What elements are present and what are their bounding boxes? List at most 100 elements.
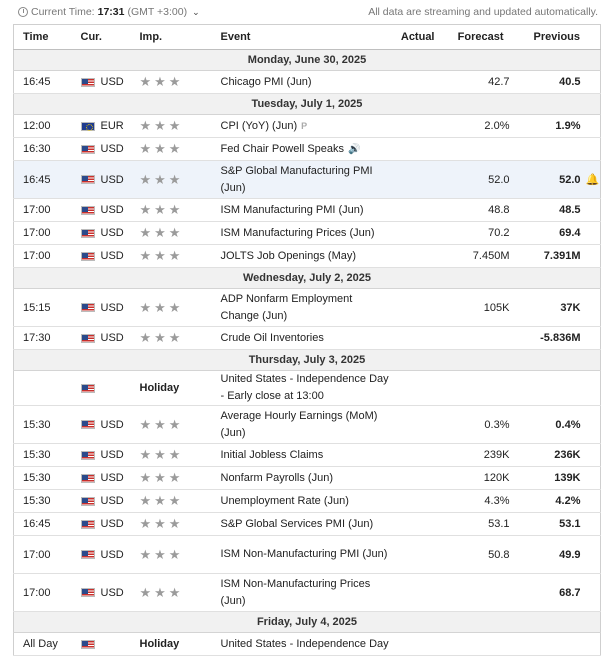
us-flag-icon (80, 473, 95, 483)
event-name[interactable]: Average Hourly Earnings (MoM) (Jun) (221, 410, 378, 439)
economic-calendar-table: Time Cur. Imp. Event Actual Forecast Pre… (13, 24, 601, 656)
event-row[interactable]: 15:30 USD ★★★ Average Hourly Earnings (MoM)… (13, 405, 601, 444)
event-name-cell[interactable]: Fed Chair Powell Speaks 🔊 (220, 137, 393, 161)
event-row[interactable]: Holiday United States - Independence Day … (13, 370, 601, 406)
event-row[interactable]: 17:00 USD ★★★ ISM Manufacturing PMI (Jun) 48… (13, 198, 601, 222)
us-flag-icon (80, 205, 95, 215)
event-name-cell[interactable]: ISM Manufacturing Prices (Jun) (220, 221, 393, 245)
current-time-label: Current Time: (31, 6, 95, 18)
bell-alert-icon[interactable]: 🔔 (586, 174, 600, 186)
event-name[interactable]: Fed Chair Powell Speaks (221, 143, 345, 155)
event-currency: USD (100, 143, 124, 155)
event-name[interactable]: ISM Non-Manufacturing Prices (Jun) (221, 578, 371, 607)
event-forecast: 53.1 (440, 512, 512, 536)
event-currency: EUR (100, 120, 124, 132)
importance-stars-icon: ★★★ (139, 512, 221, 536)
event-actual (392, 443, 441, 467)
event-name[interactable]: ISM Non-Manufacturing PMI (Jun) (221, 548, 388, 560)
event-name-cell[interactable]: ADP Nonfarm Employment Change (Jun) (220, 288, 393, 327)
event-row[interactable]: 16:30 USD ★★★ Fed Chair Powell Speaks 🔊 (13, 137, 601, 161)
event-row[interactable]: 17:00 USD ★★★ ISM Non-Manufacturing Prices … (13, 573, 601, 612)
event-name[interactable]: ADP Nonfarm Employment Change (Jun) (221, 293, 353, 322)
event-name[interactable]: ISM Manufacturing Prices (Jun) (221, 227, 375, 239)
event-name[interactable]: Chicago PMI (Jun) (221, 76, 312, 88)
event-row[interactable]: 15:15 USD ★★★ ADP Nonfarm Employment Change… (13, 288, 601, 327)
event-row[interactable]: 17:30 USD ★★★ Crude Oil Inventories -5.836M (13, 326, 601, 350)
us-flag-icon (80, 303, 95, 312)
event-name-cell[interactable]: Average Hourly Earnings (MoM) (Jun) (220, 405, 393, 444)
event-name-cell[interactable]: CPI (YoY) (Jun) P (220, 114, 393, 138)
event-name[interactable]: S&P Global Manufacturing PMI (Jun) (221, 165, 373, 194)
event-actual (392, 244, 441, 268)
event-name-cell[interactable]: United States - Independence Day (220, 632, 393, 656)
event-previous: 37K (511, 288, 586, 327)
day-label: Tuesday, July 1, 2025 (13, 93, 601, 115)
us-flag-icon (80, 550, 95, 559)
event-row[interactable]: 16:45 USD ★★★ S&P Global Manufacturing PMI … (13, 160, 601, 199)
event-previous: 53.1 (511, 512, 586, 536)
event-row[interactable]: 17:00 USD ★★★ JOLTS Job Openings (May) 7.450… (13, 244, 601, 268)
event-row[interactable]: 16:45 USD ★★★ S&P Global Services PMI (Jun)… (13, 512, 601, 536)
event-row[interactable]: 15:30 USD ★★★ Initial Jobless Claims 239K 236… (13, 443, 601, 467)
importance-stars-icon: ★★★ (139, 443, 221, 467)
event-row[interactable]: 12:00 EUR ★★★ CPI (YoY) (Jun) P 2.0% 1.9% (13, 114, 601, 138)
event-row[interactable]: All Day Holiday United States - Independen… (13, 632, 601, 656)
alert-cell[interactable]: 🔔 (585, 160, 601, 199)
event-name-cell[interactable]: S&P Global Manufacturing PMI (Jun) (220, 160, 393, 199)
event-time: 16:45 (13, 70, 81, 94)
event-row[interactable]: 15:30 USD ★★★ Nonfarm Payrolls (Jun) 120K 139… (13, 466, 601, 490)
event-name-cell[interactable]: Initial Jobless Claims (220, 443, 393, 467)
event-name-cell[interactable]: ISM Non-Manufacturing Prices (Jun) (220, 573, 393, 612)
us-flag-icon (80, 175, 95, 184)
alert-cell (585, 443, 601, 467)
event-currency: USD (100, 548, 124, 561)
event-name[interactable]: Initial Jobless Claims (221, 449, 324, 461)
event-name[interactable]: Crude Oil Inventories (221, 332, 324, 344)
event-row[interactable]: 15:30 USD ★★★ Unemployment Rate (Jun) 4.3% 4.… (13, 489, 601, 513)
importance-stars-icon: ★★★ (139, 489, 221, 513)
us-flag-icon (80, 77, 95, 87)
event-name-cell[interactable]: ISM Manufacturing PMI (Jun) (220, 198, 393, 222)
us-flag-icon (80, 639, 95, 649)
event-name[interactable]: JOLTS Job Openings (May) (221, 250, 357, 262)
event-name-cell[interactable]: Nonfarm Payrolls (Jun) (220, 466, 393, 490)
event-name[interactable]: S&P Global Services PMI (Jun) (221, 518, 374, 530)
importance-stars-icon: ★★★ (139, 221, 221, 245)
event-forecast: 4.3% (440, 489, 512, 513)
alert-cell (585, 489, 601, 513)
event-name[interactable]: United States - Independence Day - Early… (221, 373, 389, 402)
event-actual (392, 70, 441, 94)
event-name-cell[interactable]: Unemployment Rate (Jun) (220, 489, 393, 513)
current-time-selector[interactable]: Current Time: 17:31 (GMT +3:00) ⌄ (18, 6, 200, 18)
event-actual (392, 535, 441, 574)
chevron-down-icon[interactable]: ⌄ (192, 7, 200, 18)
event-actual (392, 405, 441, 444)
event-row[interactable]: 17:00 USD ★★★ ISM Manufacturing Prices (Jun… (13, 221, 601, 245)
event-row[interactable]: 17:00 USD ★★★ ISM Non-Manufacturing PMI (Ju… (13, 535, 601, 574)
event-name-cell[interactable]: United States - Independence Day - Early… (220, 370, 393, 406)
event-name-cell[interactable]: Crude Oil Inventories (220, 326, 393, 350)
event-name-cell[interactable]: Chicago PMI (Jun) (220, 70, 393, 94)
streaming-status: All data are streaming and updated autom… (368, 6, 598, 18)
day-header-row: Monday, June 30, 2025 (13, 49, 601, 71)
event-row[interactable]: 16:45 USD ★★★ Chicago PMI (Jun) 42.7 40.5 (13, 70, 601, 94)
us-flag-icon (80, 383, 95, 393)
event-name-cell[interactable]: S&P Global Services PMI (Jun) (220, 512, 393, 536)
us-flag-icon (80, 144, 95, 154)
day-label: Wednesday, July 2, 2025 (13, 267, 601, 289)
preliminary-icon: P (301, 120, 308, 131)
currency-wrap: USD (80, 419, 140, 431)
col-forecast: Forecast (440, 24, 512, 50)
event-name[interactable]: ISM Manufacturing PMI (Jun) (221, 204, 364, 216)
event-name-cell[interactable]: JOLTS Job Openings (May) (220, 244, 393, 268)
event-name[interactable]: Nonfarm Payrolls (Jun) (221, 472, 333, 484)
day-label: Monday, June 30, 2025 (13, 49, 601, 71)
importance-stars-icon: ★★★ (139, 466, 221, 490)
event-name[interactable]: Unemployment Rate (Jun) (221, 495, 349, 507)
event-name-cell[interactable]: ISM Non-Manufacturing PMI (Jun) (220, 535, 393, 574)
event-name[interactable]: United States - Independence Day (221, 638, 389, 650)
event-currency-cell: USD (80, 288, 140, 327)
event-name[interactable]: CPI (YoY) (Jun) (221, 120, 298, 132)
top-bar: Current Time: 17:31 (GMT +3:00) ⌄ All da… (0, 0, 606, 24)
current-time-value: 17:31 (97, 6, 125, 18)
